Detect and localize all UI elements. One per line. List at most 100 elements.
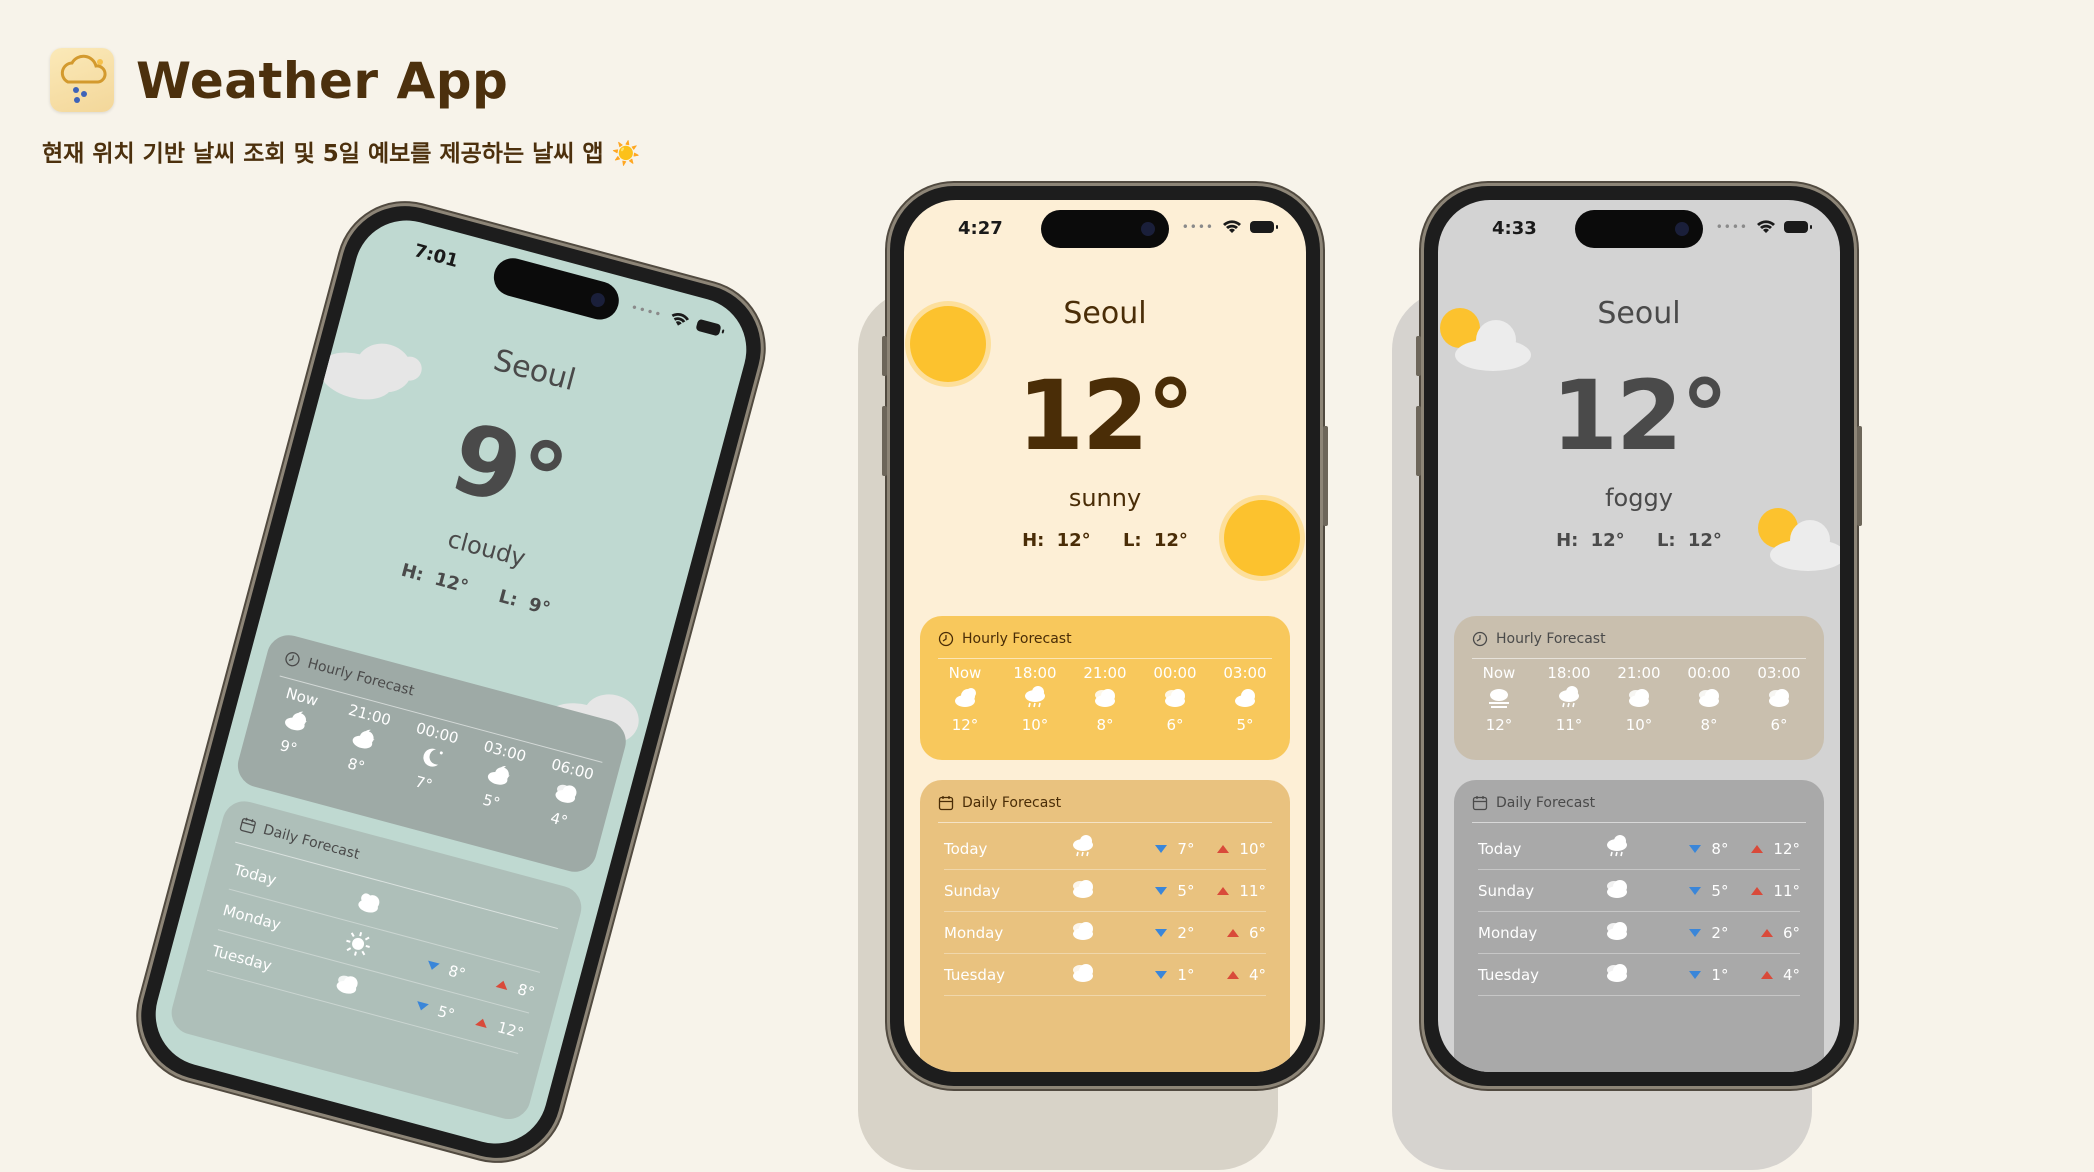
low-arrow-icon [1689, 844, 1702, 853]
day-high: 11° [1239, 881, 1267, 900]
city-name: Seoul [1597, 296, 1681, 331]
day-high: 4° [1782, 965, 1801, 984]
hourly-list[interactable]: Now 12° 18:00 10° 21:00 8° 00:00 6° 03:00 5° [930, 664, 1280, 734]
phone-screen: 4:33 •••• Seoul 12° foggy H: 12° L: 12° … [1438, 200, 1840, 1072]
cloud-moon-icon [487, 766, 510, 785]
hour-temp: 6° [1770, 716, 1788, 734]
high-arrow-icon [1751, 886, 1764, 895]
hourly-forecast-panel[interactable]: Hourly Forecast Now 12° 18:00 10° 21:00 8°… [920, 616, 1290, 760]
hourly-list[interactable]: Now 12° 18:00 11° 21:00 10° 00:00 8° 03:00 6… [1464, 664, 1814, 734]
daily-row: Today 7° 10° [944, 828, 1266, 870]
status-time: 4:33 [1492, 218, 1537, 239]
day-high: 12° [495, 1017, 526, 1042]
hourly-item: Now 9° [257, 681, 333, 764]
status-time: 7:01 [411, 240, 461, 273]
high-arrow-icon [495, 978, 510, 990]
daily-row: Monday 2° 6° [1478, 912, 1800, 954]
low-arrow-icon [1155, 886, 1168, 895]
high-arrow-icon [1217, 886, 1230, 895]
high-arrow-icon [475, 1016, 490, 1028]
calendar-icon [938, 796, 954, 811]
cloud-icon [1235, 689, 1255, 707]
phone-sunny: 4:27 •••• Seoul 12° sunny H: 12° L: 12° … [882, 186, 1328, 1086]
high-arrow-icon [1226, 970, 1239, 979]
daily-forecast-panel[interactable]: Daily Forecast Today 7° 10° Sunday 5° 11°… [920, 780, 1290, 1072]
dynamic-island [489, 253, 624, 324]
app-subtitle: 현재 위치 기반 날씨 조회 및 5일 예보를 제공하는 날씨 앱 ☀️ [42, 141, 641, 167]
clouds-icon [1629, 689, 1649, 707]
clock-icon [1472, 631, 1488, 647]
hour-temp: 12° [951, 716, 979, 734]
wifi-icon [1223, 220, 1241, 233]
day-low: 5° [1711, 881, 1729, 900]
status-icons: •••• [1182, 220, 1278, 234]
low-arrow-icon [1155, 928, 1168, 937]
day-high: 4° [1248, 965, 1267, 984]
low-arrow-icon [415, 1000, 430, 1012]
hourly-item: 00:00 8° [1679, 664, 1739, 734]
clouds-icon [555, 784, 577, 803]
high-arrow-icon [1760, 928, 1773, 937]
battery-icon [695, 318, 722, 337]
hourly-item: Now 12° [1469, 664, 1529, 734]
high-low: H: 12° L: 12° [904, 530, 1306, 551]
clouds-icon [1606, 921, 1627, 940]
hourly-item: 00:00 7° [393, 717, 469, 800]
daily-forecast-panel[interactable]: Daily Forecast Today 8° 12° Sunday 5° 11°… [1454, 780, 1824, 1072]
hourly-forecast-title: Hourly Forecast [962, 631, 1072, 647]
day-name: Sunday [1478, 881, 1535, 900]
hour-temp: 12° [1485, 716, 1513, 734]
low-arrow-icon [1155, 844, 1168, 853]
hour-time: 18:00 [1547, 664, 1591, 682]
high-arrow-icon [1760, 970, 1773, 979]
hour-time: 21:00 [1083, 664, 1127, 682]
day-low: 1° [1711, 965, 1729, 984]
day-high: 11° [1773, 881, 1801, 900]
clouds-icon [1095, 689, 1115, 707]
current-temperature: 12° [1551, 360, 1729, 472]
clouds-icon [1606, 879, 1627, 898]
sun-icon [345, 931, 370, 956]
high-arrow-icon [1751, 844, 1764, 853]
daily-list[interactable]: Today 7° 10° Sunday 5° 11° Monday 2° 6° Tue… [944, 828, 1266, 996]
hourly-item: 21:00 8° [1075, 664, 1135, 734]
cloud-moon-icon [285, 711, 307, 731]
sun-cloud-icon [358, 892, 380, 912]
status-icons: •••• [629, 300, 722, 337]
cloud-rain-icon [1072, 834, 1093, 856]
status-time: 4:27 [958, 218, 1003, 239]
day-high: 10° [1239, 839, 1267, 858]
day-name: Monday [944, 923, 1004, 942]
cloud-moon-icon [352, 729, 375, 749]
low-temp: L: 12° [1656, 530, 1722, 551]
day-high: 12° [1773, 839, 1801, 858]
daily-forecast-header: Daily Forecast [1472, 790, 1806, 823]
hourly-forecast-panel[interactable]: Hourly Forecast Now 12° 18:00 11° 21:00 10… [1454, 616, 1824, 760]
low-temp: L: 12° [1122, 530, 1188, 551]
weather-condition: foggy [1605, 484, 1673, 512]
day-low: 1° [1177, 965, 1195, 984]
daily-forecast-title: Daily Forecast [261, 821, 362, 863]
clouds-icon [1699, 689, 1719, 707]
dynamic-island [1575, 210, 1703, 248]
clouds-icon [1072, 879, 1093, 898]
cloud-rain-icon [1559, 686, 1579, 708]
dynamic-island [1041, 210, 1169, 248]
weather-condition: sunny [1068, 484, 1142, 512]
clouds-icon [1769, 689, 1789, 707]
daily-list[interactable]: Today 8° 12° Sunday 5° 11° Monday 2° 6° Tue… [1478, 828, 1800, 996]
day-name: Tuesday [944, 965, 1006, 984]
low-arrow-icon [1689, 970, 1702, 979]
day-name: Sunday [944, 881, 1001, 900]
day-low: 2° [1711, 923, 1729, 942]
day-high: 6° [1782, 923, 1801, 942]
day-low: 7° [1177, 839, 1195, 858]
low-arrow-icon [1155, 970, 1168, 979]
day-name: Monday [1478, 923, 1538, 942]
battery-icon [1250, 221, 1278, 233]
calendar-icon [239, 817, 256, 834]
daily-forecast-title: Daily Forecast [962, 795, 1062, 811]
hourly-item: 03:00 5° [1215, 664, 1275, 734]
high-low: H: 12° L: 12° [1438, 530, 1840, 551]
current-temperature: 12° [1017, 360, 1195, 472]
